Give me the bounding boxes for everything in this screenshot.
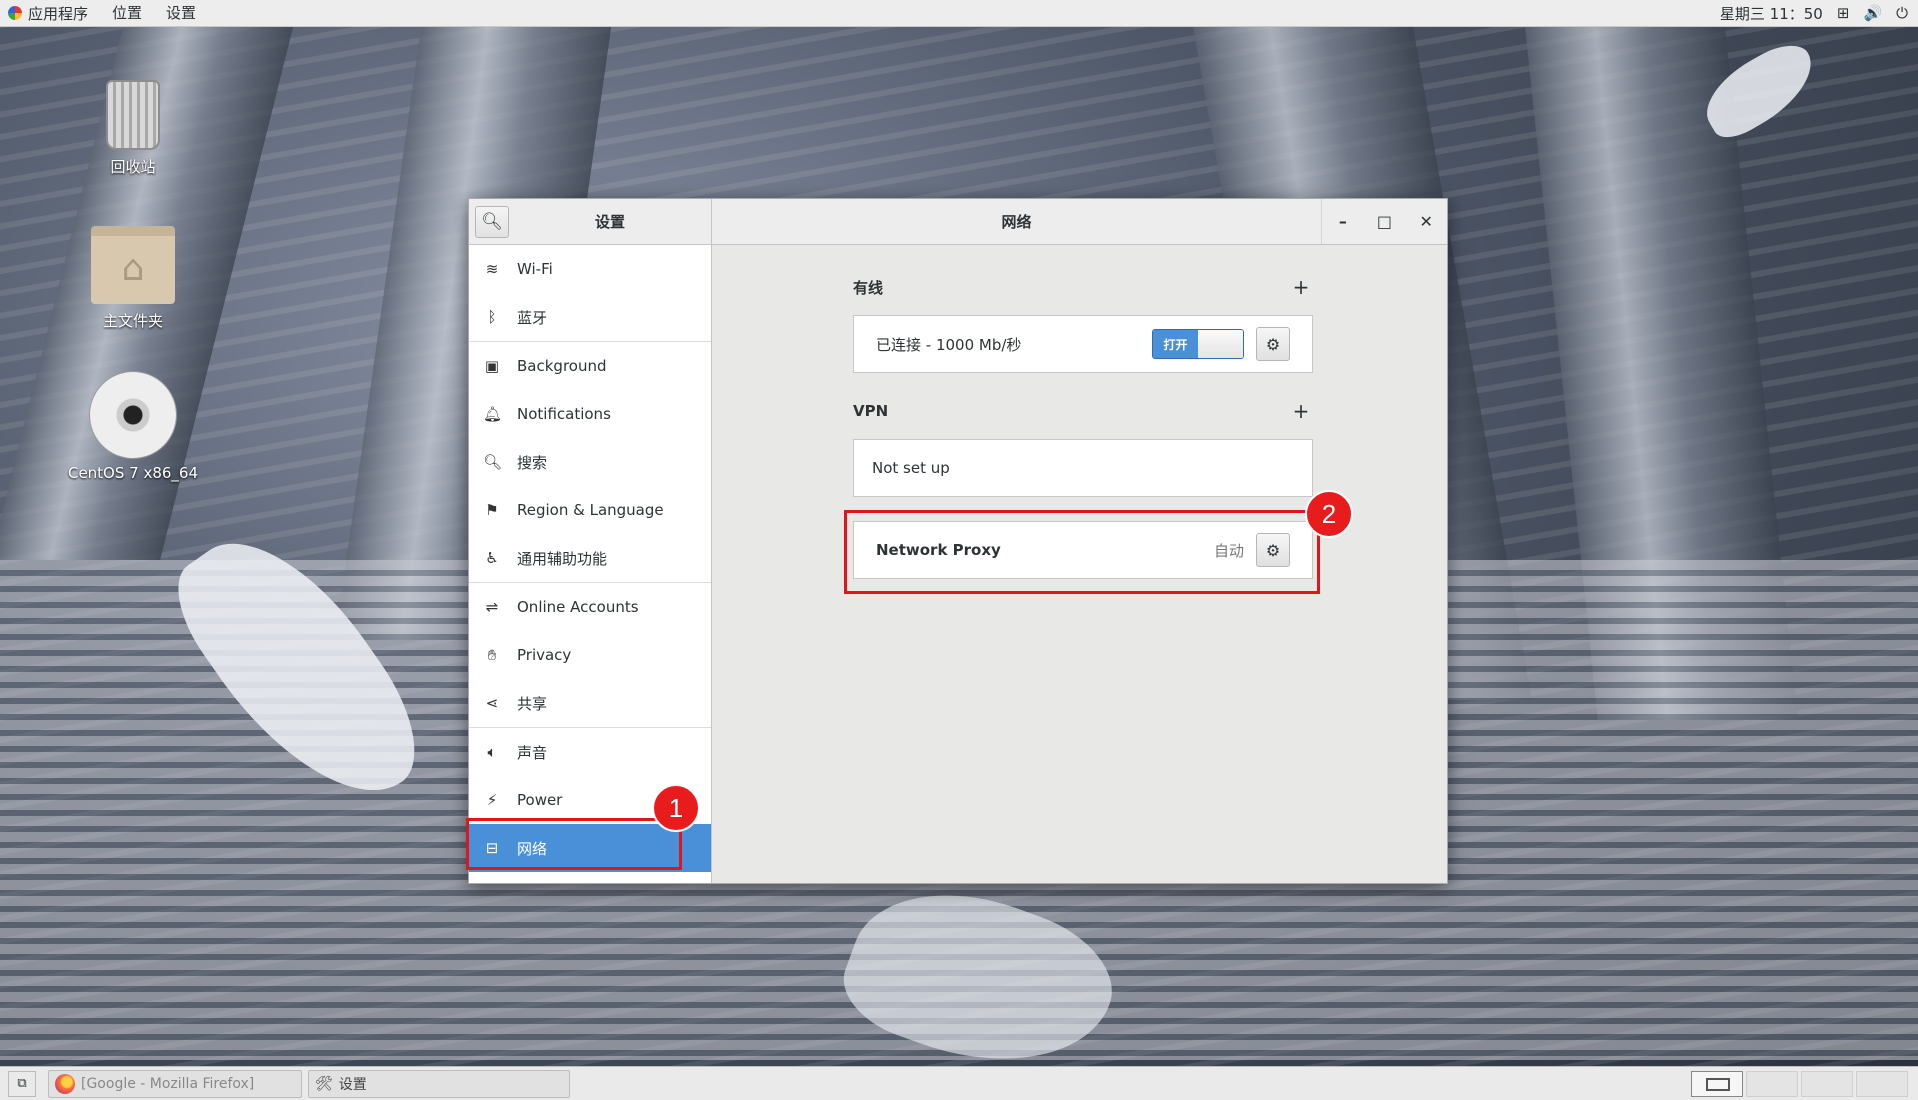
sidebar-item-label: Region & Language (517, 501, 664, 519)
bottom-taskbar: ⧉ [Google - Mozilla Firefox] 🛠︎ 设置 (0, 1066, 1918, 1100)
task-label: 设置 (338, 1076, 367, 1093)
show-desktop-icon: ⧉ (17, 1076, 27, 1091)
minimize-button[interactable]: – (1329, 208, 1357, 236)
vpn-row: Not set up (853, 439, 1313, 497)
sidebar-item-label: Notifications (517, 405, 611, 423)
close-icon: ✕ (1419, 212, 1433, 231)
vpn-section-header: VPN + (853, 399, 1313, 423)
volume-icon[interactable]: 🔊 (1863, 4, 1882, 22)
settings-tools-icon: 🛠︎ (315, 1075, 333, 1092)
close-button[interactable]: ✕ (1412, 208, 1440, 236)
sidebar-item-label: Online Accounts (517, 598, 639, 616)
workspace-2[interactable] (1746, 1070, 1798, 1097)
sidebar-item-bluetooth[interactable]: ᛒ 蓝牙 (469, 293, 711, 341)
add-wired-button[interactable]: + (1289, 275, 1313, 299)
vpn-heading: VPN (853, 402, 889, 420)
share-icon: ⋖ (485, 694, 499, 712)
trash-icon (106, 80, 160, 150)
sidebar-item-label: 声音 (517, 743, 548, 762)
desktop-icon-label: CentOS 7 x86_64 (67, 464, 199, 482)
region-icon: ⚑ (485, 501, 499, 519)
sidebar-item-search[interactable]: 🔍︎ 搜索 (469, 438, 711, 486)
sound-icon: 🔈︎ (487, 743, 497, 761)
bell-icon: 🔔︎ (483, 405, 503, 423)
annotation-box-2 (844, 510, 1320, 594)
wifi-icon: ≋ (485, 260, 499, 278)
taskbar-item-firefox[interactable]: [Google - Mozilla Firefox] (48, 1069, 302, 1098)
sidebar-item-region[interactable]: ⚑ Region & Language (469, 486, 711, 534)
annotation-badge-2: 2 (1305, 490, 1353, 538)
online-accounts-icon: ⇌ (485, 598, 499, 616)
wired-status: 已连接 - 1000 Mb/秒 (876, 335, 1022, 354)
vpn-status: Not set up (872, 459, 950, 477)
window-thumbnail (1706, 1077, 1730, 1091)
wired-settings-button[interactable]: ⚙ (1256, 327, 1290, 361)
sidebar-item-privacy[interactable]: ✋︎ Privacy (469, 631, 711, 679)
workspace-4[interactable] (1856, 1070, 1908, 1097)
desktop-icon-home[interactable]: 主文件夹 (63, 226, 203, 331)
page-title: 网络 (1001, 213, 1032, 231)
settings-menu[interactable]: 设置 (154, 0, 208, 27)
firefox-icon (55, 1073, 75, 1094)
sidebar-item-accessibility[interactable]: ♿︎ 通用辅助功能 (469, 534, 711, 582)
clock[interactable]: 星期三 11：50 (1720, 3, 1823, 24)
search-button[interactable]: 🔍︎ (475, 206, 509, 238)
sidebar-item-label: Privacy (517, 646, 572, 664)
background-icon: ▣ (484, 357, 500, 375)
desktop-icon-disc[interactable]: CentOS 7 x86_64 (63, 372, 203, 482)
wired-connection-row: 已连接 - 1000 Mb/秒 打开 ⚙ (853, 315, 1313, 373)
annotation-box-1 (466, 818, 682, 870)
annotation-badge-1: 1 (652, 784, 700, 832)
sidebar-item-label: Wi-Fi (517, 260, 553, 278)
switch-knob (1198, 330, 1243, 358)
workspace-switcher (1688, 1070, 1908, 1097)
sidebar-item-label: Background (517, 357, 607, 375)
sidebar-item-sound[interactable]: 🔈︎ 声音 (469, 728, 711, 776)
applications-label: 应用程序 (28, 4, 89, 23)
workspace-1[interactable] (1691, 1070, 1743, 1097)
gear-icon: ⚙ (1265, 334, 1281, 354)
sidebar-item-sharing[interactable]: ⋖ 共享 (469, 679, 711, 727)
desktop-icon-label: 主文件夹 (102, 312, 163, 330)
minimize-icon: – (1338, 212, 1347, 231)
sidebar-item-wifi[interactable]: ≋ Wi-Fi (469, 245, 711, 293)
maximize-button[interactable]: □ (1370, 208, 1398, 236)
desktop-icon-trash[interactable]: 回收站 (63, 80, 203, 177)
places-menu[interactable]: 位置 (100, 0, 154, 27)
maximize-icon: □ (1376, 212, 1393, 231)
task-label: [Google - Mozilla Firefox] (81, 1075, 255, 1092)
wired-toggle-switch[interactable]: 打开 (1152, 329, 1244, 359)
show-desktop-button[interactable]: ⧉ (8, 1070, 36, 1097)
sidebar-title: 设置 (594, 213, 625, 231)
add-vpn-button[interactable]: + (1289, 399, 1313, 423)
top-panel: 应用程序 位置 设置 星期三 11：50 ⊞ 🔊 ⏻ (0, 0, 1918, 27)
disc-icon (90, 372, 176, 458)
search-icon: 🔍︎ (481, 212, 503, 232)
sidebar-item-label: Power (517, 791, 563, 809)
taskbar-item-settings[interactable]: 🛠︎ 设置 (308, 1069, 570, 1098)
wired-section-header: 有线 + (853, 275, 1313, 299)
wired-heading: 有线 (853, 278, 884, 297)
bluetooth-icon: ᛒ (487, 308, 497, 326)
power-icon[interactable]: ⏻ (1896, 4, 1908, 22)
window-titlebar[interactable]: 🔍︎ 设置 网络 – □ ✕ (469, 199, 1447, 245)
sidebar-item-label: 通用辅助功能 (517, 549, 608, 568)
sidebar-item-label: 蓝牙 (517, 308, 548, 327)
sidebar-item-label: 共享 (517, 694, 548, 713)
home-folder-icon (91, 226, 175, 304)
power-icon: ⚡︎ (486, 791, 498, 809)
applications-menu[interactable]: 应用程序 (0, 0, 100, 27)
sidebar-item-label: 搜索 (517, 453, 548, 472)
sidebar-item-background[interactable]: ▣ Background (469, 342, 711, 390)
switch-on-label: 打开 (1153, 330, 1198, 358)
workspace-3[interactable] (1801, 1070, 1853, 1097)
desktop-icon-label: 回收站 (110, 158, 156, 176)
sidebar-item-online-accounts[interactable]: ⇌ Online Accounts (469, 583, 711, 631)
privacy-hand-icon: ✋︎ (487, 646, 497, 664)
network-icon[interactable]: ⊞ (1837, 4, 1850, 22)
gnome-foot-icon (8, 6, 22, 20)
sidebar-item-notifications[interactable]: 🔔︎ Notifications (469, 390, 711, 438)
accessibility-icon: ♿︎ (485, 549, 499, 567)
search-icon: 🔍︎ (483, 453, 503, 471)
